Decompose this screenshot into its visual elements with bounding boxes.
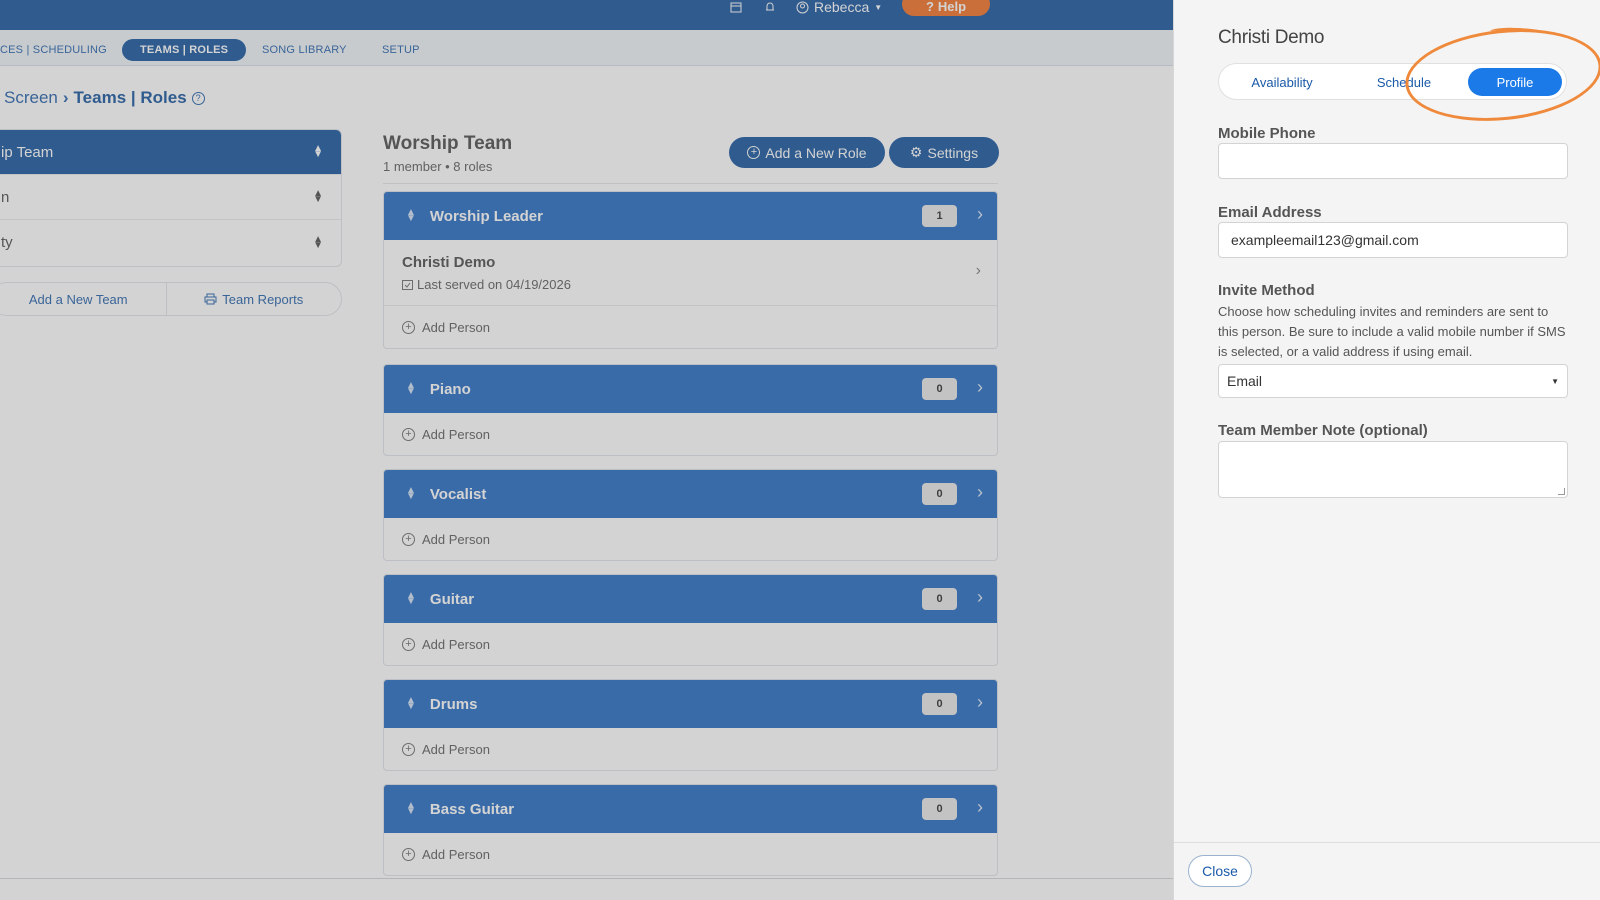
team-note-label: Team Member Note (optional) xyxy=(1218,422,1428,439)
close-button[interactable]: Close xyxy=(1188,855,1252,887)
invite-method-label: Invite Method xyxy=(1218,282,1315,299)
modal-backdrop[interactable] xyxy=(0,0,1173,900)
person-side-panel: Christi Demo Availability Schedule Profi… xyxy=(1173,0,1600,900)
tab-availability[interactable]: Availability xyxy=(1227,68,1337,96)
team-note-textarea[interactable] xyxy=(1218,441,1568,498)
panel-title: Christi Demo xyxy=(1218,27,1325,48)
invite-method-value: Email xyxy=(1227,373,1263,389)
invite-method-help: Choose how scheduling invites and remind… xyxy=(1218,304,1566,359)
invite-method-select[interactable]: Email ▼ xyxy=(1218,364,1568,398)
email-input[interactable]: exampleemail123@gmail.com xyxy=(1218,222,1568,258)
mobile-phone-input[interactable] xyxy=(1218,143,1568,179)
email-label: Email Address xyxy=(1218,204,1322,221)
caret-down-icon: ▼ xyxy=(1551,376,1559,386)
mobile-phone-label: Mobile Phone xyxy=(1218,125,1316,142)
resize-handle-icon[interactable] xyxy=(1558,488,1565,495)
footer-divider xyxy=(1174,842,1600,843)
